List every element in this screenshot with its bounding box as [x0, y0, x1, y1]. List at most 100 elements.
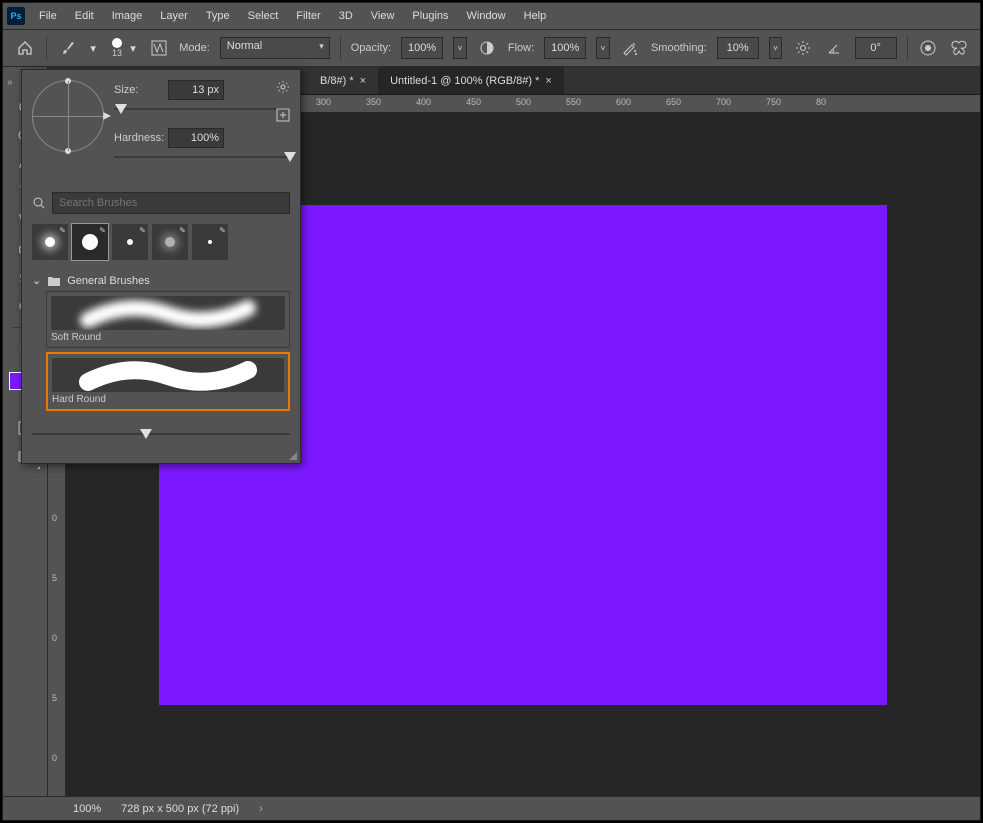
- pressure-size-button[interactable]: [918, 37, 939, 59]
- pen-icon: ✎: [99, 226, 106, 235]
- hardness-input[interactable]: [168, 128, 224, 148]
- opacity-value[interactable]: 100%: [401, 37, 443, 59]
- pressure-size-icon: [919, 39, 937, 57]
- panel-menu-button[interactable]: [276, 80, 290, 94]
- status-bar: 100% 728 px x 500 px (72 ppi) ›: [3, 796, 980, 820]
- separator: [340, 36, 341, 60]
- panel-resize-handle[interactable]: [286, 449, 298, 461]
- app-logo: Ps: [7, 7, 25, 25]
- menu-layer[interactable]: Layer: [152, 6, 196, 26]
- angle-icon-button[interactable]: [823, 37, 844, 59]
- flow-label: Flow:: [508, 42, 534, 54]
- new-brush-button[interactable]: [276, 108, 290, 122]
- pen-icon: ✎: [219, 226, 226, 235]
- flow-chev[interactable]: ˅: [596, 37, 610, 59]
- document-tab[interactable]: B/8#) *×: [308, 67, 378, 94]
- brush-preset[interactable]: Soft Round: [46, 291, 290, 348]
- brush-preset-panel: ▶ Size: Hardness:: [21, 69, 301, 464]
- tool-preset-chev[interactable]: ▾: [88, 42, 98, 55]
- home-icon: [17, 40, 33, 56]
- tab-label: Untitled-1 @ 100% (RGB/8#) *: [390, 75, 539, 87]
- brush-preset[interactable]: Hard Round: [46, 352, 290, 411]
- airbrush-icon: [621, 39, 639, 57]
- menu-help[interactable]: Help: [516, 6, 555, 26]
- close-tab-icon[interactable]: ×: [545, 75, 551, 87]
- smoothing-value[interactable]: 10%: [717, 37, 759, 59]
- preset-label: Soft Round: [51, 332, 285, 343]
- chevron-down-icon: ⌄: [32, 274, 41, 287]
- recent-brush[interactable]: ✎: [112, 224, 148, 260]
- size-label: Size:: [114, 84, 168, 96]
- menu-image[interactable]: Image: [104, 6, 151, 26]
- new-preset-icon: [276, 108, 290, 122]
- menu-filter[interactable]: Filter: [288, 6, 328, 26]
- app-window: Ps File Edit Image Layer Type Select Fil…: [2, 2, 981, 821]
- separator: [907, 36, 908, 60]
- symmetry-button[interactable]: [949, 37, 970, 59]
- opacity-chev[interactable]: ˅: [453, 37, 467, 59]
- ruler-tick: 600: [616, 97, 631, 107]
- recent-brush[interactable]: ✎: [192, 224, 228, 260]
- size-input[interactable]: [168, 80, 224, 100]
- menu-window[interactable]: Window: [459, 6, 514, 26]
- airbrush-button[interactable]: [620, 37, 641, 59]
- angle-value[interactable]: 0°: [855, 37, 897, 59]
- brush-preview-dot[interactable]: 13: [108, 34, 126, 62]
- mode-label: Mode:: [179, 42, 210, 54]
- doc-info[interactable]: 728 px x 500 px (72 ppi): [121, 803, 239, 815]
- pen-icon: ✎: [179, 226, 186, 235]
- ruler-tick: 5: [52, 573, 57, 583]
- pen-icon: ✎: [59, 226, 66, 235]
- opacity-pressure-button[interactable]: [477, 37, 498, 59]
- home-button[interactable]: [13, 36, 36, 60]
- document-tab-active[interactable]: Untitled-1 @ 100% (RGB/8#) * ×: [378, 67, 564, 94]
- brush-settings-button[interactable]: [148, 37, 169, 59]
- ruler-tick: 350: [366, 97, 381, 107]
- brush-panel-icon: [150, 39, 168, 57]
- smoothing-label: Smoothing:: [651, 42, 707, 54]
- zoom-level[interactable]: 100%: [73, 803, 101, 815]
- recent-brush[interactable]: ✎: [152, 224, 188, 260]
- pressure-opacity-icon: [478, 39, 496, 57]
- separator: [46, 36, 47, 60]
- brush-folder[interactable]: ⌄ General Brushes: [32, 270, 290, 291]
- brush-list: ⌄ General Brushes Soft Round Hard Round: [22, 264, 300, 425]
- brush-search-input[interactable]: [52, 192, 290, 214]
- opacity-label: Opacity:: [351, 42, 391, 54]
- brush-tool-indicator[interactable]: [57, 37, 78, 59]
- mode-select[interactable]: Normal: [220, 37, 330, 59]
- menubar: Ps File Edit Image Layer Type Select Fil…: [3, 3, 980, 29]
- stroke-preview: [51, 296, 285, 330]
- search-icon: [32, 196, 46, 210]
- flow-value[interactable]: 100%: [544, 37, 586, 59]
- menu-3d[interactable]: 3D: [331, 6, 361, 26]
- angle-handle[interactable]: [65, 78, 71, 84]
- ruler-tick: 500: [516, 97, 531, 107]
- menu-type[interactable]: Type: [198, 6, 238, 26]
- ruler-tick: 300: [316, 97, 331, 107]
- butterfly-icon: [949, 40, 969, 56]
- recent-brush-selected[interactable]: ✎: [72, 224, 108, 260]
- size-slider[interactable]: [114, 104, 290, 118]
- thumbnail-size-slider[interactable]: [32, 429, 290, 443]
- angle-handle[interactable]: [65, 148, 71, 154]
- recent-brush[interactable]: ✎: [32, 224, 68, 260]
- close-tab-icon[interactable]: ×: [360, 75, 366, 87]
- menu-plugins[interactable]: Plugins: [404, 6, 456, 26]
- menu-edit[interactable]: Edit: [67, 6, 102, 26]
- brush-angle-control[interactable]: ▶: [32, 80, 104, 152]
- brush-picker-chev[interactable]: ▾: [128, 42, 138, 55]
- ruler-tick: 400: [416, 97, 431, 107]
- menu-select[interactable]: Select: [240, 6, 287, 26]
- smoothing-chev[interactable]: ˅: [769, 37, 783, 59]
- menu-file[interactable]: File: [31, 6, 65, 26]
- menu-view[interactable]: View: [363, 6, 403, 26]
- options-bar: ▾ 13 ▾ Mode: Normal Opacity: 100% ˅ Flow…: [3, 29, 980, 67]
- ruler-tick: 700: [716, 97, 731, 107]
- ruler-tick: 750: [766, 97, 781, 107]
- ruler-tick: 0: [52, 753, 57, 763]
- brush-size-preview[interactable]: 13 ▾: [108, 34, 138, 62]
- smoothing-options-button[interactable]: [792, 37, 813, 59]
- status-chev[interactable]: ›: [259, 803, 263, 815]
- hardness-slider[interactable]: [114, 152, 290, 166]
